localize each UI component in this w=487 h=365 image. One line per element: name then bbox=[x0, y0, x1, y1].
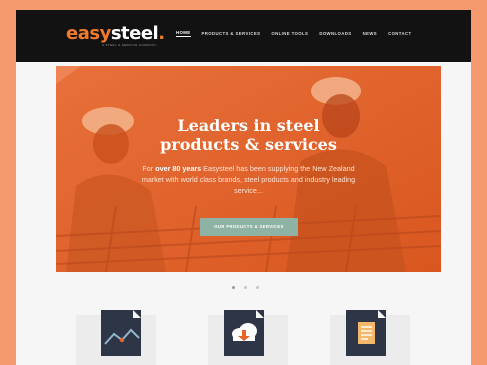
hero-body-prefix: For bbox=[142, 164, 156, 173]
products-services-button[interactable]: OUR PRODUCTS & SERVICES bbox=[200, 218, 298, 236]
site-header: easysteel. A STEEL & SERVICE COMPANY HOM… bbox=[16, 10, 471, 62]
logo-mark: . bbox=[158, 23, 165, 44]
hero-description: For over 80 years Easysteel has been sup… bbox=[131, 163, 366, 196]
hero-title-line2: products & services bbox=[160, 135, 337, 154]
logo-tagline: A STEEL & SERVICE COMPANY bbox=[102, 43, 157, 47]
nav-online-tools[interactable]: ONLINE TOOLS bbox=[271, 31, 308, 36]
carousel-dot-3[interactable] bbox=[256, 286, 259, 289]
nav-products-services[interactable]: PRODUCTS & SERVICES bbox=[202, 31, 261, 36]
carousel-dot-2[interactable] bbox=[244, 286, 247, 289]
logo-easy: easy bbox=[66, 23, 111, 44]
nav-contact[interactable]: CONTACT bbox=[388, 31, 412, 36]
cloud-download-icon bbox=[232, 310, 264, 341]
browser-page: easysteel. A STEEL & SERVICE COMPANY HOM… bbox=[16, 10, 471, 365]
logo-steel: steel bbox=[110, 23, 159, 44]
nav-downloads[interactable]: DOWNLOADS bbox=[319, 31, 351, 36]
carousel-dot-1[interactable] bbox=[232, 286, 235, 289]
document-icon bbox=[358, 310, 386, 344]
hero-title: Leaders in steel products & services bbox=[56, 116, 441, 154]
hero-banner: Leaders in steel products & services For… bbox=[56, 66, 441, 272]
feature-card-downloads[interactable] bbox=[224, 310, 264, 356]
feature-card-online-tools[interactable] bbox=[101, 310, 141, 356]
hero-title-line1: Leaders in steel bbox=[177, 116, 320, 135]
carousel-dots bbox=[232, 286, 259, 289]
hero-body-highlight: over 80 years bbox=[155, 164, 202, 173]
nav-home[interactable]: HOME bbox=[176, 30, 191, 37]
feature-card-documents[interactable] bbox=[346, 310, 386, 356]
nav-news[interactable]: NEWS bbox=[363, 31, 378, 36]
chart-line-icon bbox=[104, 310, 141, 345]
main-nav: HOME PRODUCTS & SERVICES ONLINE TOOLS DO… bbox=[176, 30, 412, 37]
site-logo[interactable]: easysteel. bbox=[66, 24, 165, 44]
